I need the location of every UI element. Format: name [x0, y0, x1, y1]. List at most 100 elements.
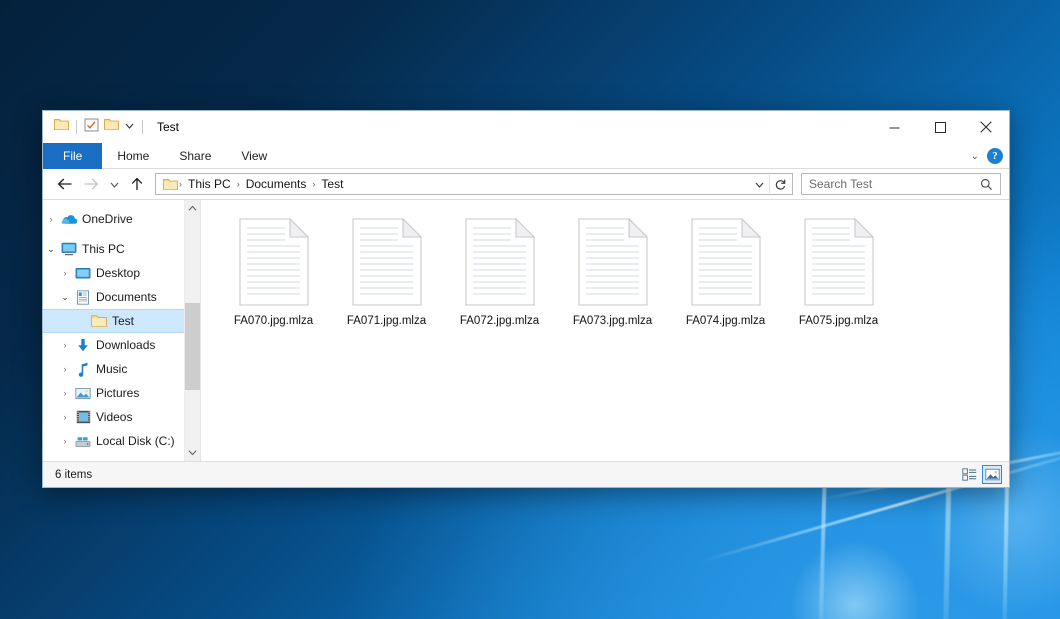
explorer-body: › OneDrive ⌄	[43, 199, 1009, 461]
properties-checkbox-icon[interactable]	[84, 118, 99, 137]
chevron-down-icon[interactable]: ⌄	[43, 245, 59, 254]
sidebar-scrollbar[interactable]	[184, 200, 200, 461]
minimize-button[interactable]	[871, 111, 917, 143]
file-name-label: FA075.jpg.mlza	[799, 315, 878, 327]
recent-locations-button[interactable]	[105, 172, 123, 196]
address-bar-row: › This PC › Documents › Test	[43, 169, 1009, 199]
view-mode-buttons	[959, 465, 1002, 484]
chevron-down-icon[interactable]: ⌄	[971, 151, 979, 162]
sidebar-item-label: Desktop	[93, 266, 140, 280]
chevron-right-icon[interactable]: ›	[43, 215, 59, 224]
status-bar: 6 items	[43, 461, 1009, 487]
chevron-right-icon[interactable]: ›	[57, 341, 73, 350]
file-grid: FA070.jpg.mlza FA071.j	[217, 214, 1009, 327]
up-button[interactable]	[125, 172, 149, 196]
desktop-monitor-icon	[73, 267, 93, 280]
large-icons-view-button[interactable]	[982, 465, 1002, 484]
title-bar: Test	[43, 111, 1009, 143]
sidebar-item-documents[interactable]: ⌄ Documents	[43, 285, 184, 309]
onedrive-cloud-icon	[59, 213, 79, 225]
scroll-up-button[interactable]	[185, 200, 200, 217]
sidebar-item-label: Pictures	[93, 386, 139, 400]
file-item[interactable]: FA075.jpg.mlza	[782, 214, 895, 327]
chevron-right-icon[interactable]: ›	[57, 269, 73, 278]
chevron-right-icon[interactable]: ›	[57, 413, 73, 422]
scrollbar-thumb[interactable]	[185, 303, 200, 389]
file-name-label: FA070.jpg.mlza	[234, 315, 313, 327]
sidebar-item-downloads[interactable]: › Downloads	[43, 333, 184, 357]
details-view-button[interactable]	[959, 465, 979, 484]
tab-home[interactable]: Home	[102, 143, 164, 169]
search-box[interactable]	[801, 173, 1001, 195]
forward-button[interactable]	[79, 172, 103, 196]
chevron-right-icon[interactable]: ›	[57, 437, 73, 446]
sidebar-item-label: Videos	[93, 410, 132, 424]
generic-document-icon	[465, 218, 535, 306]
file-item[interactable]: FA073.jpg.mlza	[556, 214, 669, 327]
pictures-image-icon	[73, 387, 93, 400]
navigation-tree: › OneDrive ⌄	[43, 200, 184, 461]
file-name-label: FA074.jpg.mlza	[686, 315, 765, 327]
chevron-down-icon[interactable]: ⌄	[57, 293, 73, 302]
sidebar-item-label: Test	[109, 314, 134, 328]
breadcrumb-this-pc[interactable]: This PC	[183, 177, 236, 191]
generic-document-icon	[352, 218, 422, 306]
new-folder-icon[interactable]	[104, 118, 119, 136]
sidebar-item-label: Local Disk (C:)	[93, 434, 175, 448]
file-name-label: FA072.jpg.mlza	[460, 315, 539, 327]
breadcrumb-test[interactable]: Test	[316, 177, 348, 191]
chevron-right-icon[interactable]: ›	[57, 389, 73, 398]
sidebar-item-videos[interactable]: › Videos	[43, 405, 184, 429]
file-item[interactable]: FA070.jpg.mlza	[217, 214, 330, 327]
music-note-icon	[73, 362, 93, 377]
tab-share[interactable]: Share	[164, 143, 226, 169]
back-button[interactable]	[53, 172, 77, 196]
breadcrumb-documents[interactable]: Documents	[241, 177, 312, 191]
sidebar-item-music[interactable]: › Music	[43, 357, 184, 381]
navigation-pane: › OneDrive ⌄	[43, 200, 201, 461]
file-explorer-window: Test File Home Share View ⌄	[42, 110, 1010, 488]
generic-document-icon	[804, 218, 874, 306]
scrollbar-track[interactable]	[185, 217, 200, 444]
sidebar-item-onedrive[interactable]: › OneDrive	[43, 207, 184, 231]
wallpaper-glow	[790, 540, 920, 619]
toolbar-divider	[76, 120, 77, 134]
close-button[interactable]	[963, 111, 1009, 143]
generic-document-icon	[691, 218, 761, 306]
sidebar-item-label: This PC	[79, 242, 125, 256]
file-name-label: FA073.jpg.mlza	[573, 315, 652, 327]
videos-film-icon	[73, 410, 93, 424]
sidebar-item-local-disk-c[interactable]: › Local Disk (C:)	[43, 429, 184, 453]
sidebar-item-test[interactable]: Test	[43, 309, 184, 333]
file-item[interactable]: FA074.jpg.mlza	[669, 214, 782, 327]
scroll-down-button[interactable]	[185, 444, 200, 461]
customize-dropdown-icon[interactable]	[124, 118, 135, 136]
address-bar[interactable]: › This PC › Documents › Test	[155, 173, 793, 195]
ribbon-tab-bar: File Home Share View ⌄ ?	[43, 143, 1009, 169]
refresh-icon[interactable]	[770, 174, 790, 194]
ribbon-right-controls: ⌄ ?	[971, 143, 1003, 169]
sidebar-item-label: Documents	[93, 290, 157, 304]
item-count-label: 6 items	[55, 469, 92, 481]
sidebar-item-pictures[interactable]: › Pictures	[43, 381, 184, 405]
folder-icon	[161, 178, 178, 191]
file-list-view[interactable]: FA070.jpg.mlza FA071.j	[201, 200, 1009, 461]
file-item[interactable]: FA071.jpg.mlza	[330, 214, 443, 327]
sidebar-item-label: Downloads	[93, 338, 155, 352]
folder-icon	[89, 314, 109, 328]
chevron-right-icon[interactable]: ›	[57, 365, 73, 374]
tab-view[interactable]: View	[226, 143, 282, 169]
search-input[interactable]	[809, 177, 977, 191]
maximize-button[interactable]	[917, 111, 963, 143]
sidebar-item-this-pc[interactable]: ⌄ This PC	[43, 237, 184, 261]
sidebar-item-desktop[interactable]: › Desktop	[43, 261, 184, 285]
desktop-wallpaper: Test File Home Share View ⌄	[0, 0, 1060, 619]
search-icon[interactable]	[977, 178, 996, 191]
downloads-arrow-icon	[73, 338, 93, 353]
help-icon[interactable]: ?	[987, 148, 1003, 164]
tab-file[interactable]: File	[43, 143, 102, 169]
file-item[interactable]: FA072.jpg.mlza	[443, 214, 556, 327]
address-dropdown-icon[interactable]	[749, 174, 769, 194]
folder-icon[interactable]	[54, 118, 69, 136]
sidebar-item-label: OneDrive	[79, 212, 133, 226]
